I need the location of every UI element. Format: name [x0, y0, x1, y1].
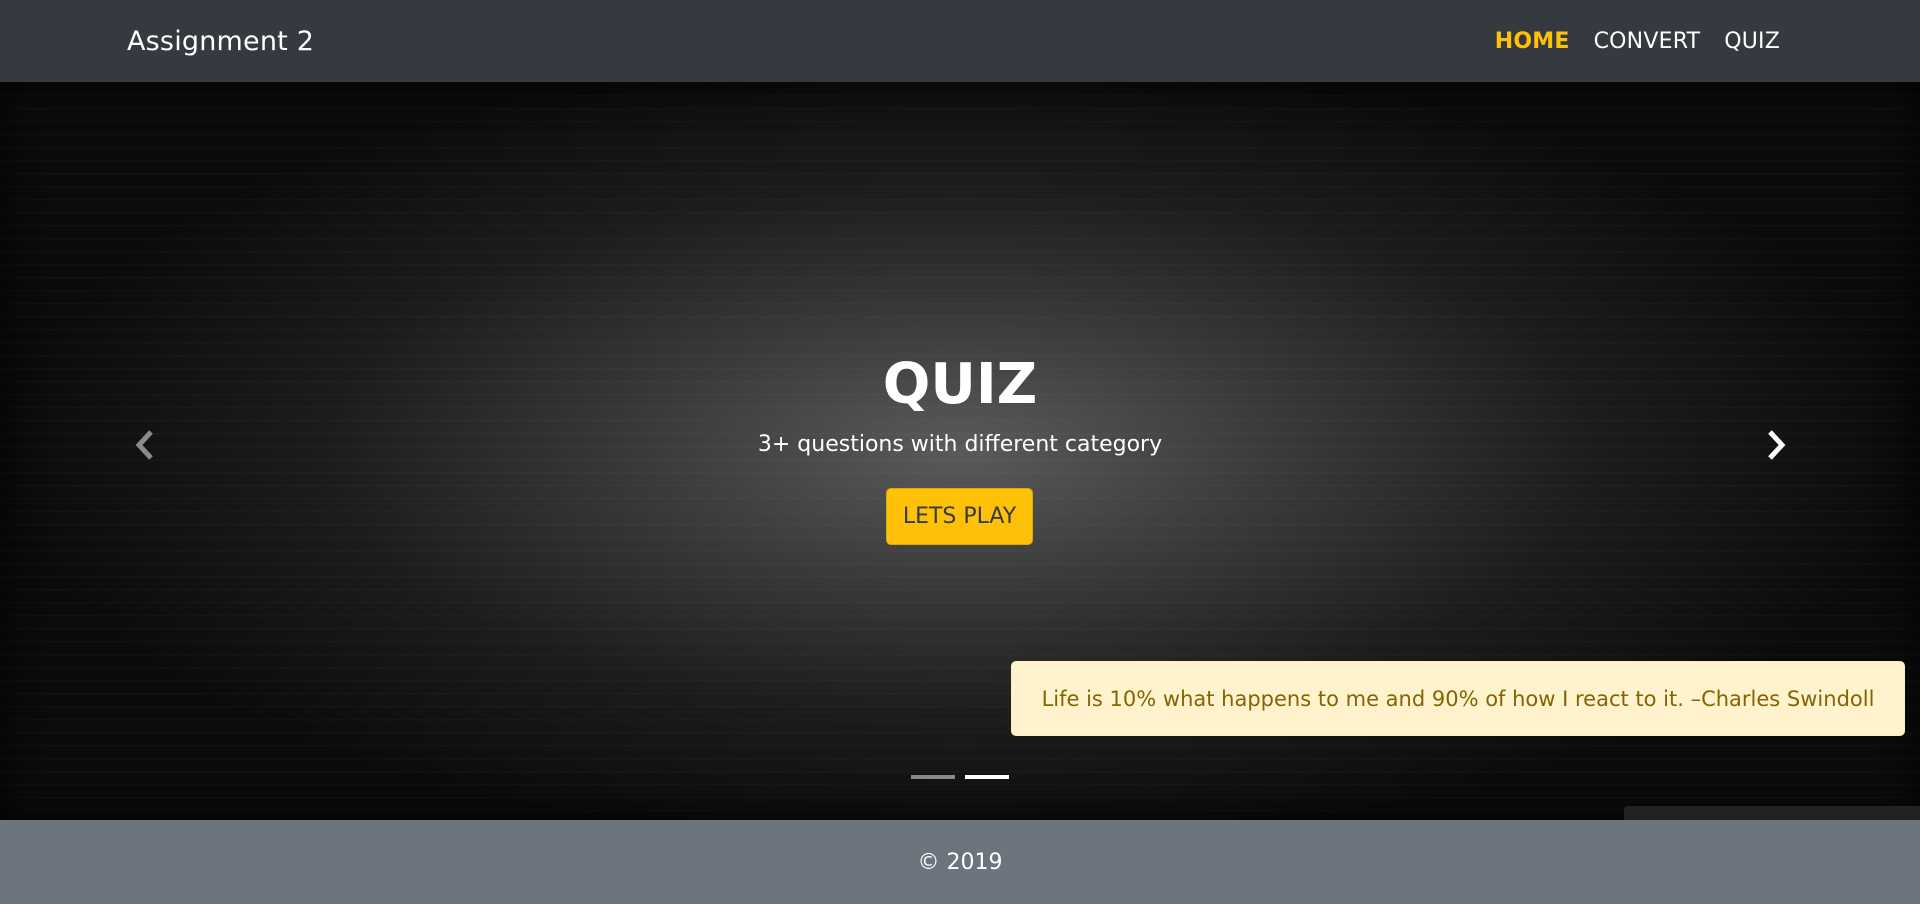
hero-title: QUIZ	[882, 352, 1038, 417]
hero-subtitle: 3+ questions with different category	[757, 432, 1163, 457]
chevron-right-icon	[1768, 430, 1786, 460]
carousel-indicator-1[interactable]	[911, 775, 955, 779]
navbar: Assignment 2 HOME CONVERT QUIZ	[0, 0, 1920, 82]
footer-copyright: © 2019	[917, 849, 1003, 875]
nav-link-home[interactable]: HOME	[1495, 29, 1570, 54]
carousel-indicators	[911, 775, 1009, 779]
brand-link[interactable]: Assignment 2	[127, 26, 314, 57]
carousel-indicator-2[interactable]	[965, 775, 1009, 779]
hero-carousel: QUIZ 3+ questions with different categor…	[0, 82, 1920, 820]
footer: © 2019	[0, 820, 1920, 904]
nav-link-quiz[interactable]: QUIZ	[1724, 29, 1780, 54]
wallpaper-watermark	[1624, 806, 1920, 820]
carousel-next-button[interactable]	[1757, 422, 1797, 468]
nav-links: HOME CONVERT QUIZ	[1495, 29, 1780, 54]
nav-link-convert[interactable]: CONVERT	[1594, 29, 1701, 54]
lets-play-button[interactable]: LETS PLAY	[886, 488, 1033, 545]
quote-alert: Life is 10% what happens to me and 90% o…	[1011, 661, 1905, 736]
